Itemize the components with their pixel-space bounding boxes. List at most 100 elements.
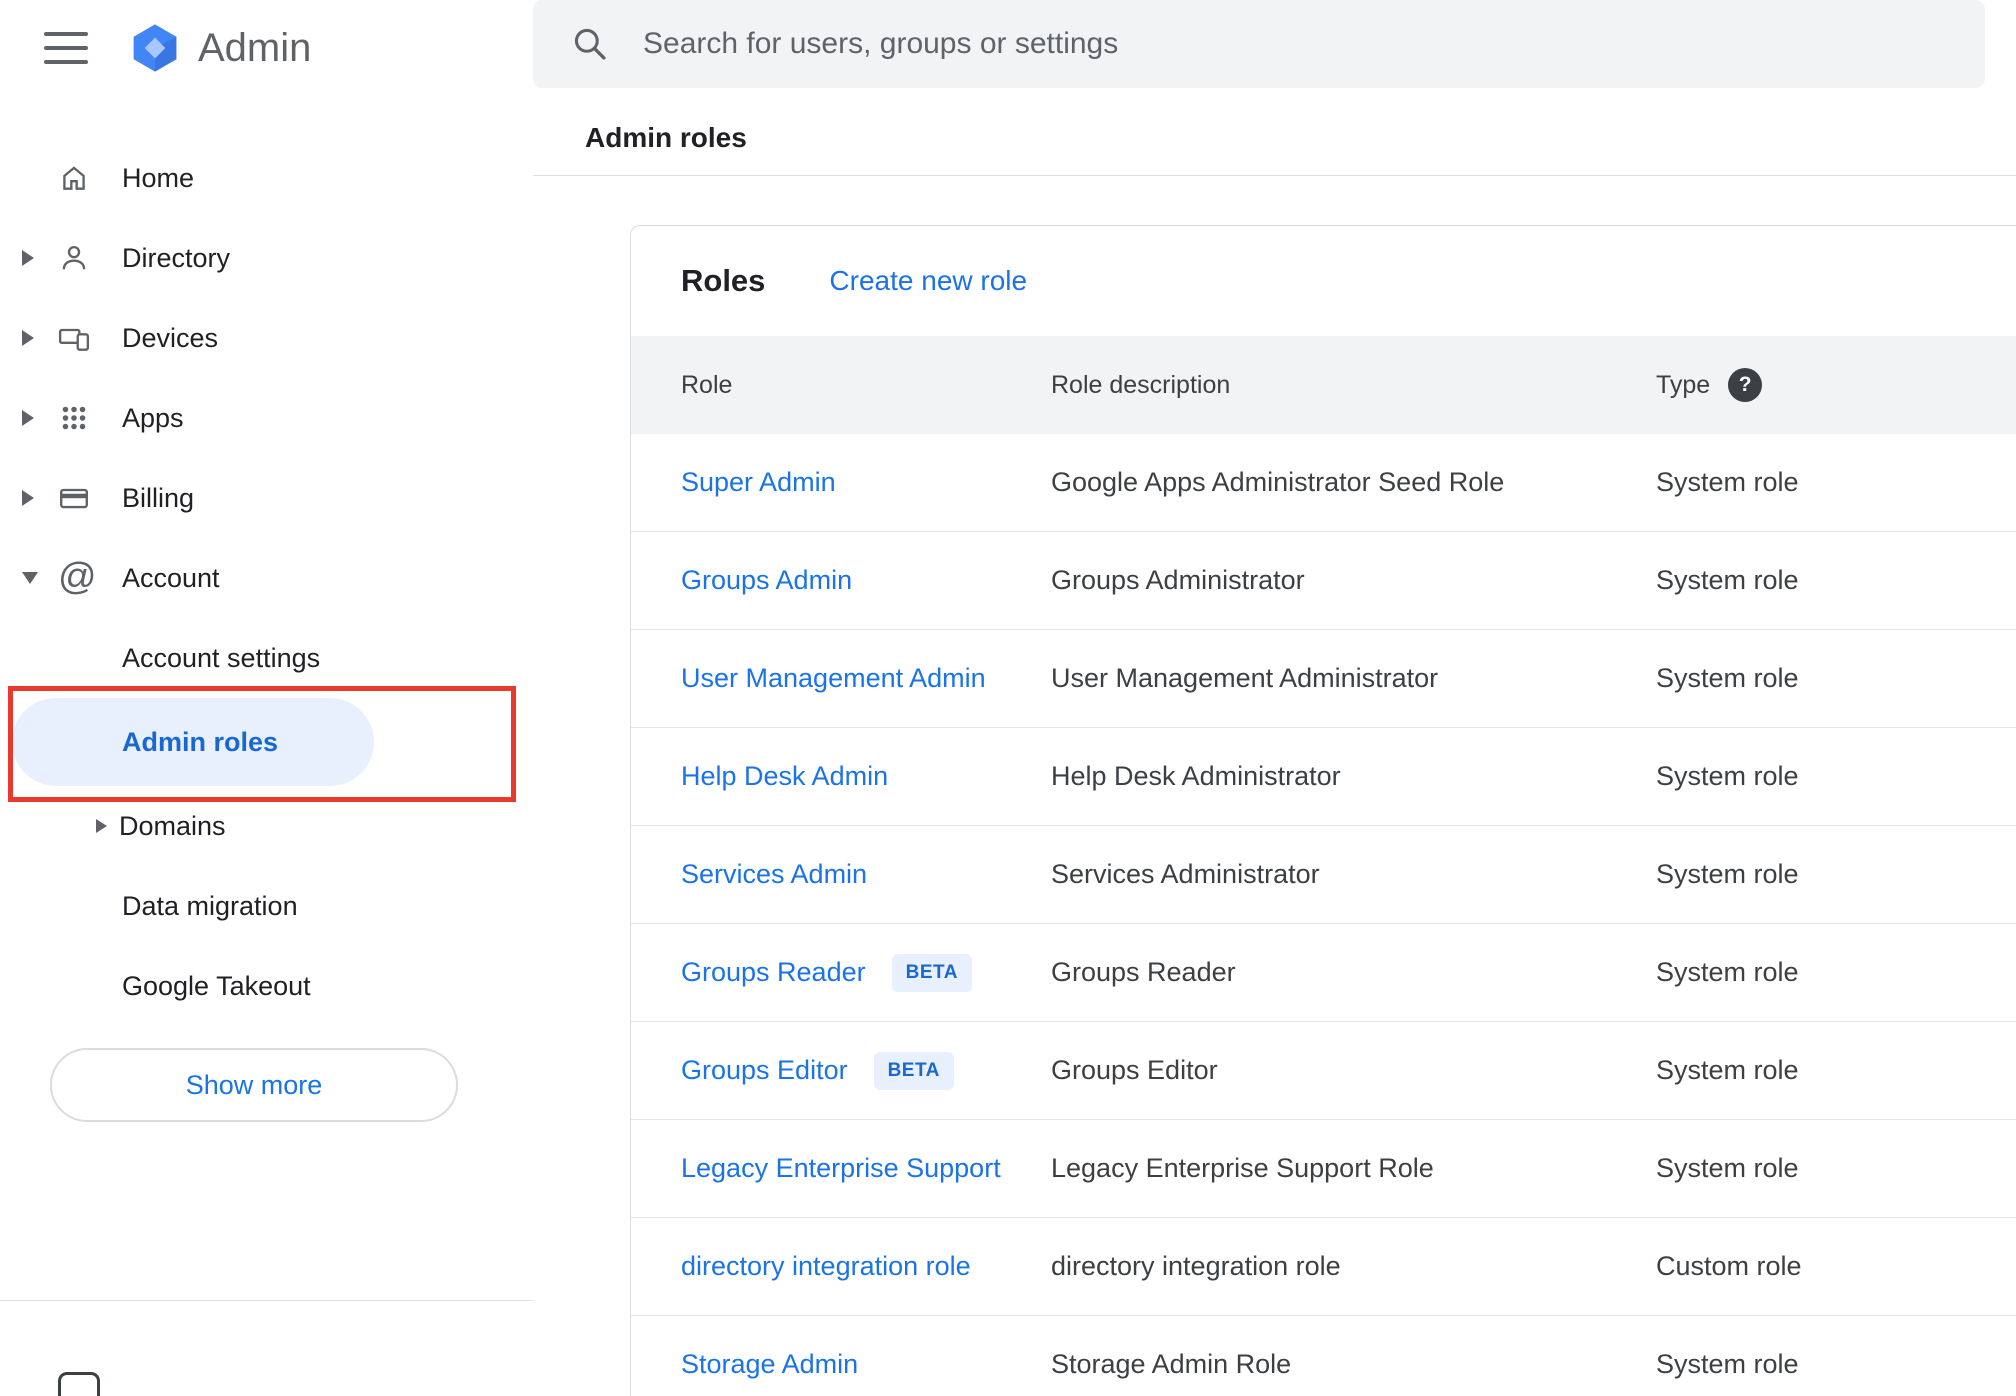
chevron-down-icon: [22, 572, 38, 584]
sidebar-header: Admin: [0, 0, 533, 96]
role-link[interactable]: Storage Admin: [681, 1349, 858, 1380]
sidebar-item-admin-roles-row: Admin roles: [0, 698, 533, 786]
search-input[interactable]: [643, 14, 1985, 74]
role-cell: Groups Admin: [631, 565, 1051, 596]
sidebar-item-account-settings[interactable]: Account settings: [0, 618, 533, 698]
role-description: Groups Administrator: [1051, 565, 1305, 595]
role-cell: Super Admin: [631, 467, 1051, 498]
role-link[interactable]: User Management Admin: [681, 663, 986, 694]
role-cell: Services Admin: [631, 859, 1051, 890]
role-type: System role: [1656, 957, 1799, 987]
role-cell: Groups Reader BETA: [631, 953, 1051, 992]
admin-logo: Admin: [128, 21, 311, 75]
table-row: Storage Admin Storage Admin Role System ro…: [631, 1316, 2016, 1396]
sidebar-nav: Home Directory Devices Apps Billing @ Ac…: [0, 138, 533, 1026]
role-type: System role: [1656, 467, 1799, 497]
chevron-right-icon: [22, 330, 34, 346]
role-link[interactable]: Help Desk Admin: [681, 761, 888, 792]
column-header-type: Type ?: [1656, 368, 2016, 402]
sidebar-item-directory[interactable]: Directory: [0, 218, 533, 298]
role-link[interactable]: directory integration role: [681, 1251, 971, 1282]
role-description: Services Administrator: [1051, 859, 1320, 889]
table-row: Legacy Enterprise Support Legacy Enterpri…: [631, 1120, 2016, 1218]
table-row: Groups Admin Groups Administrator System r…: [631, 532, 2016, 630]
role-cell: Legacy Enterprise Support: [631, 1153, 1051, 1184]
devices-icon: [58, 322, 122, 354]
role-cell: User Management Admin: [631, 663, 1051, 694]
chevron-right-icon: [22, 490, 34, 506]
search-bar[interactable]: [533, 0, 1985, 88]
sidebar-item-label: Directory: [122, 242, 231, 273]
app-title: Admin: [198, 25, 312, 70]
sidebar-item-account[interactable]: @ Account: [0, 538, 533, 618]
role-link[interactable]: Groups Editor: [681, 1055, 848, 1086]
sidebar-item-label: Account settings: [122, 642, 321, 673]
sidebar: Admin Home Directory Devices Apps Billin…: [0, 0, 533, 1396]
roles-card-header: Roles Create new role: [631, 226, 2016, 336]
help-icon[interactable]: ?: [1728, 368, 1763, 402]
role-description: Help Desk Administrator: [1051, 761, 1341, 791]
role-description: Google Apps Administrator Seed Role: [1051, 467, 1505, 497]
directory-icon: [58, 242, 122, 274]
apps-icon: [58, 402, 122, 434]
billing-icon: [58, 482, 122, 514]
role-cell: directory integration role: [631, 1251, 1051, 1282]
roles-table-body: Super Admin Google Apps Administrator See…: [631, 434, 2016, 1396]
sidebar-item-data-migration[interactable]: Data migration: [0, 866, 533, 946]
roles-title: Roles: [681, 263, 766, 298]
breadcrumb: Admin roles: [585, 122, 747, 153]
sidebar-item-admin-roles[interactable]: Admin roles: [12, 698, 374, 786]
partial-bottom-icon: [58, 1372, 100, 1396]
sidebar-item-apps[interactable]: Apps: [0, 378, 533, 458]
table-row: Groups Reader BETA Groups Reader System rol…: [631, 924, 2016, 1022]
role-cell: Groups Editor BETA: [631, 1051, 1051, 1090]
table-row: directory integration role directory inte…: [631, 1218, 2016, 1316]
search-icon: [574, 28, 606, 60]
role-cell: Help Desk Admin: [631, 761, 1051, 792]
sidebar-item-billing[interactable]: Billing: [0, 458, 533, 538]
sidebar-item-label: Devices: [122, 322, 219, 353]
role-description: directory integration role: [1051, 1251, 1341, 1281]
sidebar-item-google-takeout[interactable]: Google Takeout: [0, 946, 533, 1026]
role-link[interactable]: Services Admin: [681, 859, 867, 890]
sidebar-item-home[interactable]: Home: [0, 138, 533, 218]
role-description: Groups Reader: [1051, 957, 1236, 987]
role-link[interactable]: Groups Admin: [681, 565, 852, 596]
create-new-role-link[interactable]: Create new role: [829, 265, 1027, 297]
role-description: Groups Editor: [1051, 1055, 1218, 1085]
column-header-type-label: Type: [1656, 370, 1711, 399]
account-icon: @: [58, 556, 97, 598]
sidebar-item-label: Domains: [119, 810, 226, 841]
show-more-button[interactable]: Show more: [50, 1048, 458, 1122]
chevron-right-icon: [22, 410, 34, 426]
sidebar-item-label: Home: [122, 162, 195, 193]
role-type: System role: [1656, 565, 1799, 595]
column-header-role: Role: [681, 370, 733, 399]
table-header-row: Role Role description Type ?: [631, 336, 2016, 434]
admin-logo-icon: [133, 24, 177, 72]
sidebar-bottom-divider: [0, 1300, 533, 1301]
role-description: User Management Administrator: [1051, 663, 1439, 693]
role-type: System role: [1656, 663, 1799, 693]
roles-card: Roles Create new role Role Role descript…: [630, 225, 2016, 1396]
sidebar-item-domains[interactable]: Domains: [0, 786, 533, 866]
sidebar-item-label: Billing: [122, 482, 195, 513]
column-header-description: Role description: [1051, 370, 1231, 399]
role-type: System role: [1656, 761, 1799, 791]
sidebar-item-devices[interactable]: Devices: [0, 298, 533, 378]
table-row: Super Admin Google Apps Administrator See…: [631, 434, 2016, 532]
sidebar-item-label: Data migration: [122, 890, 298, 921]
table-row: Services Admin Services Administrator Syst…: [631, 826, 2016, 924]
beta-badge: BETA: [891, 953, 972, 992]
menu-icon[interactable]: [44, 32, 88, 64]
role-link[interactable]: Groups Reader: [681, 957, 866, 988]
role-type: System role: [1656, 859, 1799, 889]
role-link[interactable]: Legacy Enterprise Support: [681, 1153, 1001, 1184]
table-row: Help Desk Admin Help Desk Administrator Sy…: [631, 728, 2016, 826]
home-icon: [58, 162, 122, 194]
role-description: Storage Admin Role: [1051, 1349, 1292, 1379]
chevron-right-icon: [22, 250, 34, 266]
table-row: Groups Editor BETA Groups Editor System rol…: [631, 1022, 2016, 1120]
role-link[interactable]: Super Admin: [681, 467, 836, 498]
table-row: User Management Admin User Management Adm…: [631, 630, 2016, 728]
